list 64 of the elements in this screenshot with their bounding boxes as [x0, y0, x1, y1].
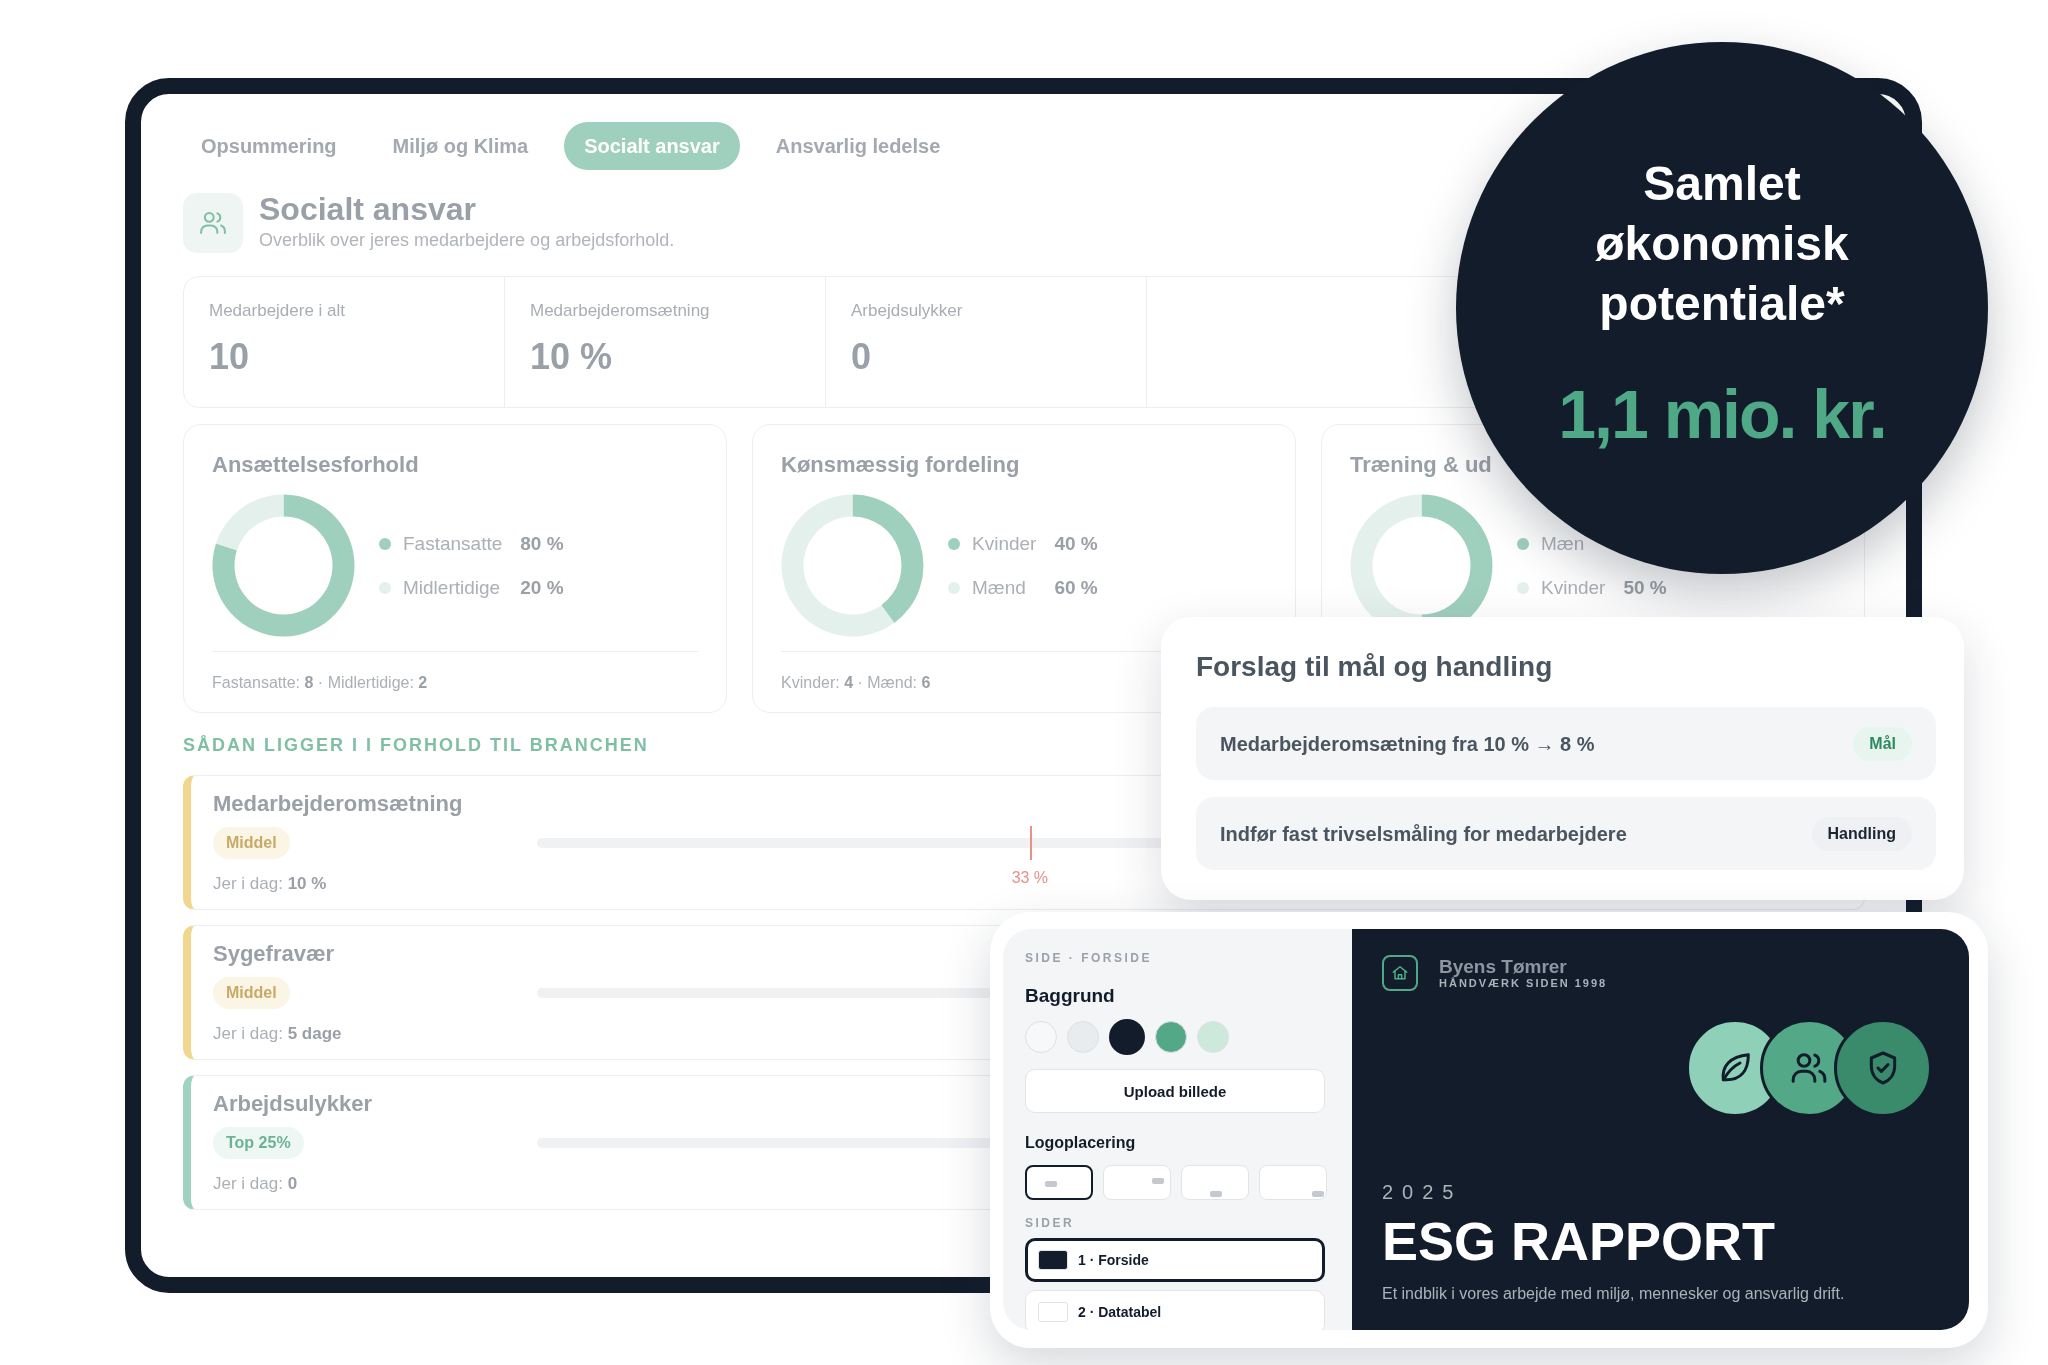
- row-title: Medarbejderomsætning: [213, 790, 464, 818]
- card-footer: Fastansatte: 8 · Midlertidige: 2: [212, 672, 698, 694]
- color-swatch[interactable]: [1109, 1019, 1145, 1055]
- stat-value: 10: [209, 335, 251, 379]
- suggestion-tag: Mål: [1853, 726, 1912, 761]
- page-subtitle: Overblik over jeres medarbejdere og arbejdsforhold.: [259, 229, 675, 251]
- legend-label: Fastansatte: [403, 531, 503, 556]
- stat-label: Medarbejdere i alt: [209, 301, 347, 321]
- page-label: 2 · Datatabel: [1078, 1304, 1162, 1320]
- level-badge: Middel: [213, 827, 290, 859]
- house-icon: [1390, 963, 1410, 983]
- suggestion-text: Medarbejderomsætning fra 10 % → 8 %: [1220, 731, 1595, 757]
- marker-label: 33 %: [1011, 868, 1049, 888]
- setting-label: Baggrund: [1025, 985, 1116, 1007]
- page-title: Socialt ansvar: [259, 191, 477, 227]
- company-name: Byens Tømrer: [1439, 956, 1568, 977]
- legend-label: Kvinder: [1541, 575, 1606, 600]
- row-title: Sygefravær: [213, 940, 336, 968]
- report-title: ESG RAPPORT: [1382, 1210, 1777, 1272]
- suggestion-text: Indfør fast trivselsmåling for medarbejdere: [1220, 821, 1627, 847]
- row-title: Arbejdsulykker: [213, 1090, 373, 1118]
- current-value: Jer i dag: 0: [213, 1173, 299, 1195]
- section-label: SIDE · FORSIDE: [1025, 951, 1153, 965]
- savings-amount: 1,1 mio. kr.: [1557, 375, 1887, 454]
- card-title: Træning & ud: [1350, 451, 1493, 479]
- section-label: SIDER: [1025, 1216, 1076, 1230]
- page-item[interactable]: 2 · Datatabel: [1025, 1290, 1325, 1330]
- stat-value: 0: [851, 335, 873, 379]
- savings-title: Samlet økonomisk potentiale*: [1594, 156, 1850, 332]
- logo-position-option[interactable]: [1025, 1165, 1093, 1200]
- card-title: Ansættelsesforhold: [212, 451, 420, 479]
- current-value: Jer i dag: 5 dage: [213, 1023, 343, 1045]
- level-badge: Top 25%: [213, 1127, 304, 1159]
- report-subtitle: Et indblik i vores arbejde med miljø, mennesker og ansvarlig drift.: [1382, 1284, 1846, 1304]
- page-label: 1 · Forside: [1078, 1252, 1149, 1268]
- company-tagline: HÅNDVÆRK SIDEN 1998: [1439, 976, 1608, 990]
- legend-label: Kvinder: [972, 531, 1037, 556]
- legend-value: 20 %: [520, 575, 564, 600]
- section-heading: SÅDAN LIGGER I I FORHOLD TIL BRANCHEN: [183, 735, 649, 755]
- tab[interactable]: Miljø og Klima: [372, 122, 549, 170]
- color-swatch[interactable]: [1025, 1021, 1057, 1053]
- legend-value: 50 %: [1623, 575, 1667, 600]
- card-title: Kønsmæssig fordeling: [781, 451, 1021, 479]
- legend-label: Mænd: [972, 575, 1027, 600]
- suggestion-tag: Handling: [1811, 816, 1912, 851]
- setting-label: Logoplacering: [1025, 1133, 1137, 1153]
- legend-value: 80 %: [520, 531, 564, 556]
- current-value: Jer i dag: 10 %: [213, 873, 328, 895]
- tab[interactable]: Ansvarlig ledelse: [755, 122, 961, 170]
- legend-value: 60 %: [1054, 575, 1098, 600]
- legend-label: Midlertidige: [403, 575, 502, 600]
- page-item[interactable]: 1 · Forside: [1025, 1238, 1325, 1282]
- legend-label: Mæn: [1541, 531, 1586, 556]
- stat-value: 10 %: [530, 335, 614, 379]
- stat-label: Medarbejderomsætning: [530, 301, 711, 321]
- color-swatch[interactable]: [1155, 1021, 1187, 1053]
- level-badge: Middel: [213, 977, 290, 1009]
- tab[interactable]: Opsummering: [181, 122, 357, 170]
- color-swatch[interactable]: [1197, 1021, 1229, 1053]
- upload-button[interactable]: Upload billede: [1025, 1069, 1325, 1113]
- report-year: 2025: [1382, 1180, 1464, 1204]
- tab[interactable]: Socialt ansvar: [564, 122, 740, 170]
- legend-value: 40 %: [1054, 531, 1098, 556]
- stat-label: Arbejdsulykker: [851, 301, 964, 321]
